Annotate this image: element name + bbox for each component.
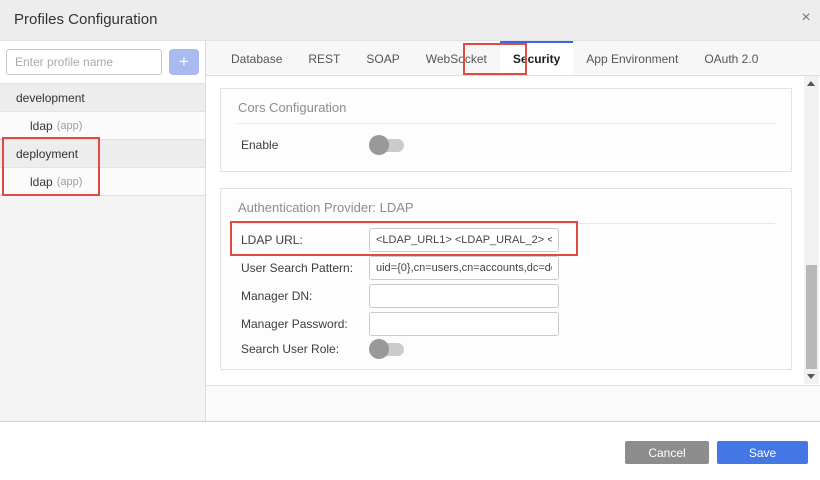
manager-password-input[interactable] [369, 312, 559, 336]
sidebar-item-deployment[interactable]: deployment [0, 140, 205, 168]
profile-label: deployment [16, 147, 78, 161]
tab-websocket[interactable]: WebSocket [413, 41, 500, 75]
search-user-role-label: Search User Role: [241, 342, 369, 356]
dialog-title: Profiles Configuration [14, 11, 157, 28]
save-button[interactable]: Save [717, 441, 808, 464]
tab-rest[interactable]: REST [295, 41, 353, 75]
user-search-pattern-input[interactable] [369, 256, 559, 280]
ldap-url-label: LDAP URL: [241, 233, 369, 247]
scroll-up-icon[interactable] [807, 81, 815, 86]
app-type-suffix: (app) [57, 120, 83, 132]
add-profile-button[interactable]: + [169, 49, 199, 75]
app-type-suffix: (app) [57, 176, 83, 188]
toggle-knob [369, 135, 389, 155]
sidebar-item-development[interactable]: development [0, 84, 205, 112]
tab-bar: Database REST SOAP WebSocket Security Ap… [206, 41, 820, 76]
sidebar-item-ldap-development[interactable]: ldap (app) [0, 112, 205, 140]
search-user-role-toggle[interactable] [369, 339, 407, 359]
ldap-section-title: Authentication Provider: LDAP [238, 200, 775, 215]
manager-password-label: Manager Password: [241, 317, 369, 331]
cors-section-title: Cors Configuration [238, 100, 775, 115]
enable-label: Enable [241, 138, 369, 152]
sidebar-item-ldap-deployment[interactable]: ldap (app) [0, 168, 205, 196]
cancel-button[interactable]: Cancel [625, 441, 709, 464]
toggle-knob [369, 339, 389, 359]
vertical-scrollbar[interactable] [804, 76, 819, 384]
tab-database[interactable]: Database [218, 41, 295, 75]
user-search-pattern-label: User Search Pattern: [241, 261, 369, 275]
scrollbar-thumb[interactable] [806, 265, 817, 369]
manager-dn-input[interactable] [369, 284, 559, 308]
app-label: ldap [30, 119, 53, 133]
profile-name-input[interactable] [6, 49, 162, 75]
manager-dn-label: Manager DN: [241, 289, 369, 303]
cors-configuration-card: Cors Configuration Enable [220, 88, 792, 172]
tab-panel-footer-strip [206, 385, 820, 421]
tab-security[interactable]: Security [500, 41, 573, 75]
divider [237, 223, 775, 224]
scroll-down-icon[interactable] [807, 374, 815, 379]
close-icon[interactable]: × [797, 9, 815, 27]
dialog-titlebar: Profiles Configuration × [0, 0, 820, 41]
profile-label: development [16, 91, 85, 105]
tab-oauth[interactable]: OAuth 2.0 [691, 41, 771, 75]
ldap-url-input[interactable] [369, 228, 559, 252]
divider [237, 123, 775, 124]
cors-enable-toggle[interactable] [369, 135, 407, 155]
app-label: ldap [30, 175, 53, 189]
tab-soap[interactable]: SOAP [353, 41, 412, 75]
security-tab-panel: Cors Configuration Enable Authentication… [206, 76, 820, 384]
profiles-list: development ldap (app) deployment ldap (… [0, 83, 205, 196]
profile-create-row: + [0, 41, 205, 83]
dialog-footer: Cancel Save [0, 422, 820, 480]
tab-app-environment[interactable]: App Environment [573, 41, 691, 75]
profiles-sidebar: + development ldap (app) deployment ldap… [0, 41, 206, 422]
ldap-provider-card: Authentication Provider: LDAP LDAP URL: … [220, 188, 792, 370]
